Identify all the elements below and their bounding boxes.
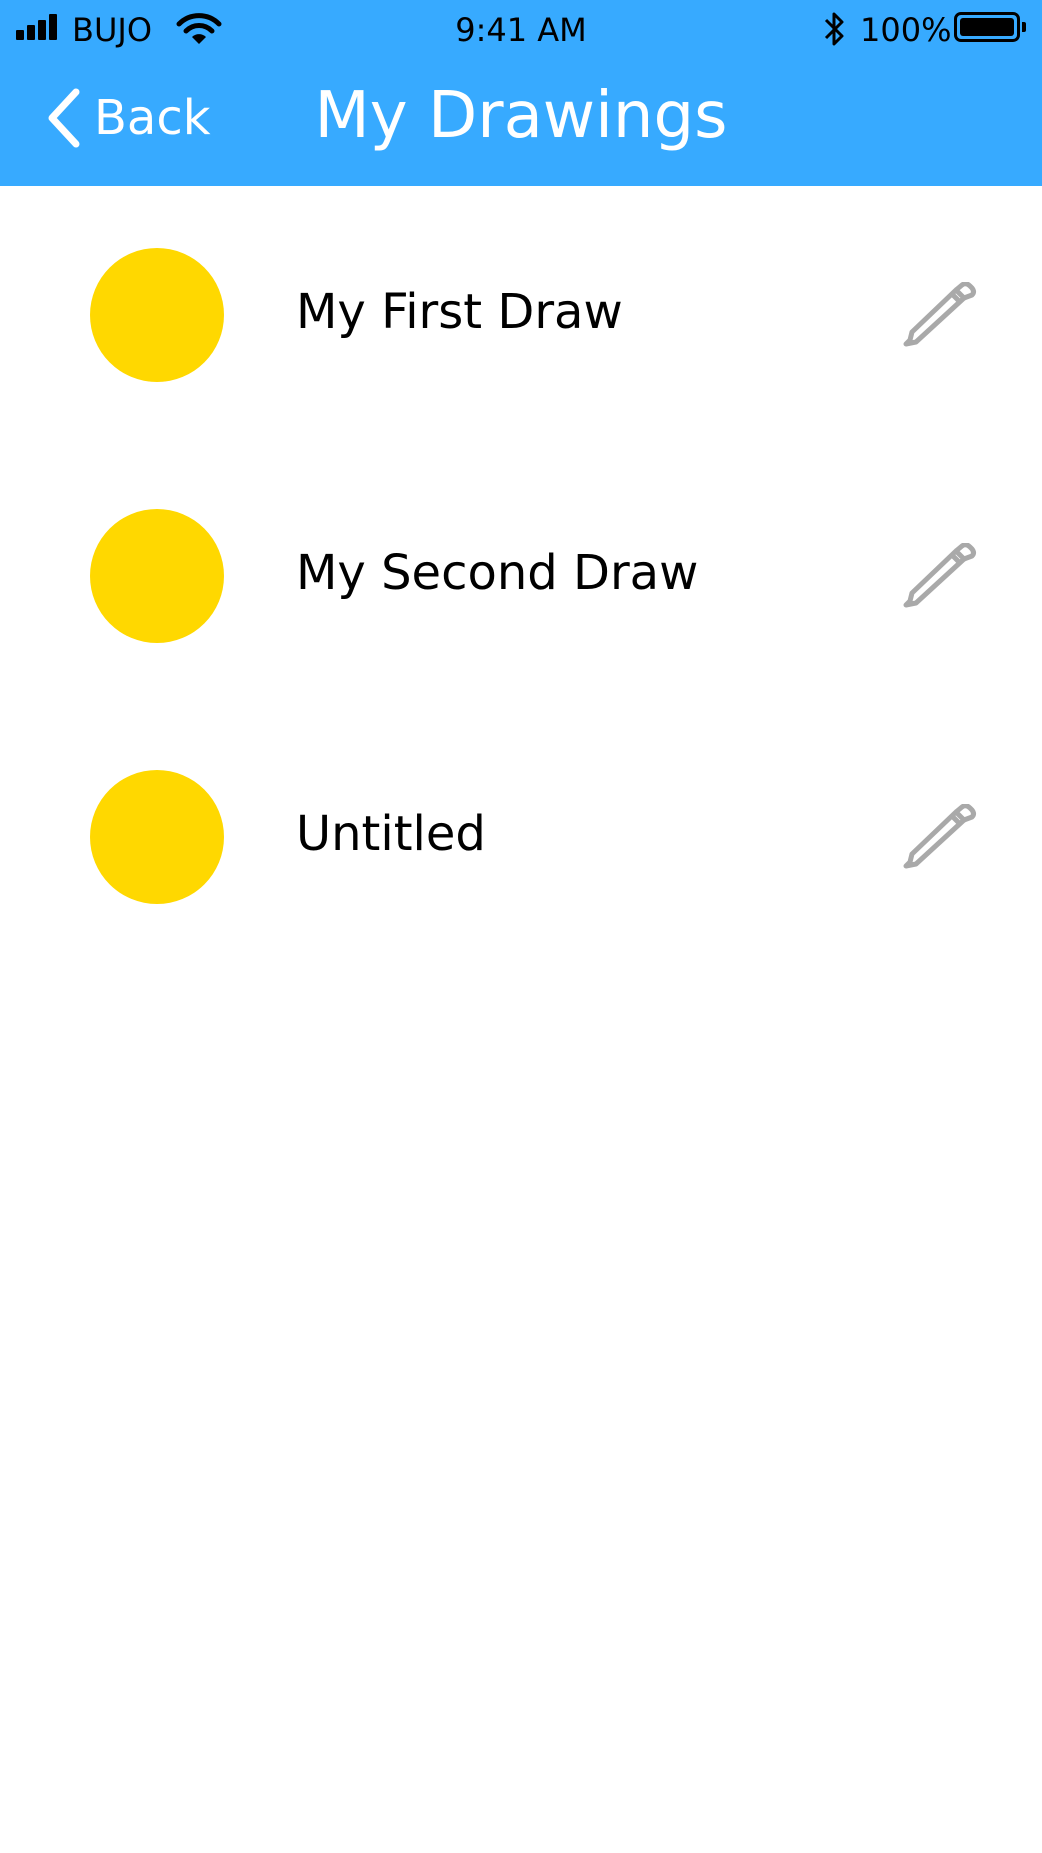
list-item[interactable]: My Second Draw bbox=[0, 447, 1042, 708]
page-title: My Drawings bbox=[314, 79, 728, 153]
pencil-icon bbox=[903, 803, 976, 869]
list-item[interactable]: My First Draw bbox=[0, 186, 1042, 447]
edit-button[interactable] bbox=[902, 542, 978, 609]
drawing-name: My Second Draw bbox=[296, 545, 699, 601]
drawing-name: My First Draw bbox=[296, 284, 623, 340]
drawing-thumbnail bbox=[90, 509, 224, 643]
edit-button[interactable] bbox=[902, 281, 978, 348]
edit-button[interactable] bbox=[902, 803, 978, 870]
list-item[interactable]: Untitled bbox=[0, 708, 1042, 969]
pencil-icon bbox=[903, 281, 976, 347]
battery-percentage: 100% bbox=[860, 11, 952, 49]
drawing-thumbnail bbox=[90, 770, 224, 904]
pencil-icon bbox=[903, 542, 976, 608]
drawing-list: My First Draw My Second Draw Untitled bbox=[0, 186, 1042, 969]
bluetooth-icon bbox=[824, 12, 844, 46]
battery-icon bbox=[954, 12, 1026, 42]
drawing-thumbnail bbox=[90, 248, 224, 382]
status-bar: BUJO 9:41 AM 100% bbox=[0, 0, 1042, 60]
drawing-name: Untitled bbox=[296, 806, 486, 862]
nav-header: BUJO 9:41 AM 100% Back My Drawings bbox=[0, 0, 1042, 186]
